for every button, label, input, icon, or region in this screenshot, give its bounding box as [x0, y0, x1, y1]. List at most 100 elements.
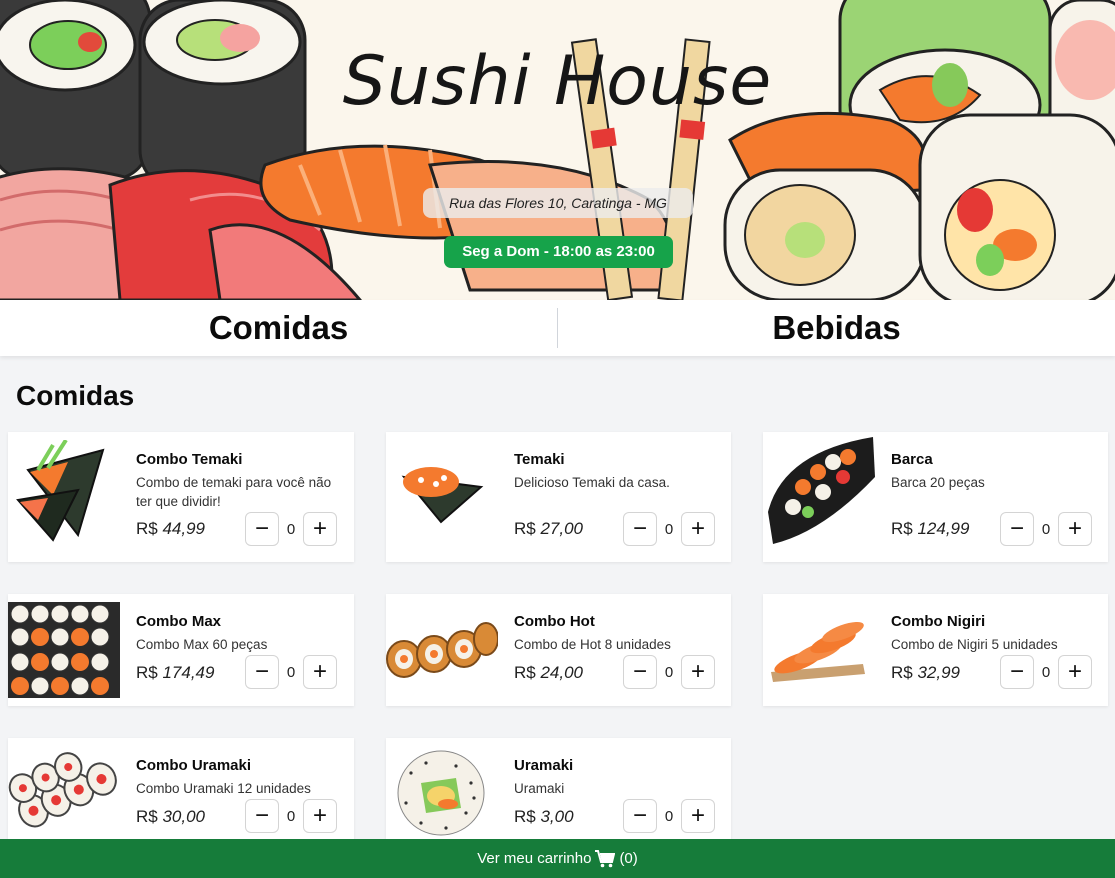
hero-banner: Sushi House Rua das Flores 10, Caratinga… — [0, 0, 1115, 300]
quantity-value: 0 — [664, 807, 674, 825]
product-price: R$ 30,00 — [136, 807, 205, 827]
currency: R$ — [136, 807, 158, 826]
price-value: 27,00 — [540, 519, 584, 538]
currency: R$ — [136, 519, 158, 538]
product-price: R$ 27,00 — [514, 519, 583, 539]
opening-hours-badge: Seg a Dom - 18:00 as 23:00 — [444, 236, 673, 268]
increment-button[interactable]: + — [1058, 655, 1092, 689]
quantity-stepper: − 0 + — [245, 799, 337, 833]
category-tabs: Comidas Bebidas — [0, 300, 1115, 356]
product-image — [386, 614, 498, 684]
product-card: Combo Uramaki Combo Uramaki 12 unidades … — [8, 738, 354, 850]
price-value: 3,00 — [540, 807, 574, 826]
product-image — [8, 440, 120, 545]
product-card: Combo Hot Combo de Hot 8 unidades R$ 24,… — [386, 594, 731, 706]
product-name: Combo Nigiri — [891, 613, 986, 630]
price-value: 24,00 — [540, 663, 584, 682]
decrement-button[interactable]: − — [623, 799, 657, 833]
product-image — [386, 442, 498, 542]
product-name: Temaki — [514, 451, 565, 468]
product-card: Temaki Delicioso Temaki da casa. R$ 27,0… — [386, 432, 731, 562]
increment-button[interactable]: + — [1058, 512, 1092, 546]
section-title: Comidas — [16, 380, 135, 411]
cart-count: (0) — [619, 850, 638, 867]
cart-label: Ver meu carrinho — [477, 850, 592, 867]
price-value: 44,99 — [162, 519, 206, 538]
price-value: 30,00 — [162, 807, 206, 826]
currency: R$ — [891, 663, 913, 682]
decrement-button[interactable]: − — [1000, 512, 1034, 546]
increment-button[interactable]: + — [681, 655, 715, 689]
product-description: Combo de Nigiri 5 unidades — [891, 637, 1058, 652]
product-price: R$ 174,49 — [136, 663, 214, 683]
product-name: Combo Max — [136, 613, 222, 630]
currency: R$ — [136, 663, 158, 682]
product-price: R$ 32,99 — [891, 663, 960, 683]
product-price: R$ 44,99 — [136, 519, 205, 539]
price-value: 174,49 — [162, 663, 215, 682]
quantity-value: 0 — [664, 663, 674, 681]
quantity-stepper: − 0 + — [623, 655, 715, 689]
restaurant-address: Rua das Flores 10, Caratinga - MG — [423, 188, 693, 218]
tab-comidas[interactable]: Comidas — [0, 309, 557, 347]
quantity-stepper: − 0 + — [245, 512, 337, 546]
product-name: Barca — [891, 451, 933, 468]
price-value: 124,99 — [917, 519, 970, 538]
quantity-value: 0 — [286, 807, 296, 825]
increment-button[interactable]: + — [303, 512, 337, 546]
product-card: Combo Temaki Combo de temaki para você n… — [8, 432, 354, 562]
quantity-value: 0 — [664, 520, 674, 538]
view-cart-button[interactable]: Ver meu carrinho (0) — [0, 839, 1115, 878]
cart-icon — [595, 849, 616, 867]
quantity-stepper: − 0 + — [623, 799, 715, 833]
increment-button[interactable]: + — [303, 799, 337, 833]
product-description: Combo Uramaki 12 unidades — [136, 781, 311, 796]
product-name: Combo Hot — [514, 613, 595, 630]
product-description: Combo de temaki para você não ter que di… — [136, 475, 332, 509]
product-card: Barca Barca 20 peças R$ 124,99 − 0 + — [763, 432, 1108, 562]
quantity-value: 0 — [286, 663, 296, 681]
product-description: Barca 20 peças — [891, 475, 985, 490]
product-image — [8, 602, 120, 698]
increment-button[interactable]: + — [681, 799, 715, 833]
product-description: Delicioso Temaki da casa. — [514, 475, 670, 490]
product-name: Uramaki — [514, 757, 574, 774]
restaurant-title: Sushi House — [342, 42, 773, 121]
product-image — [8, 746, 120, 836]
product-price: R$ 3,00 — [514, 807, 574, 827]
quantity-stepper: − 0 + — [245, 655, 337, 689]
currency: R$ — [514, 807, 536, 826]
product-image — [763, 432, 875, 544]
increment-button[interactable]: + — [303, 655, 337, 689]
product-name: Combo Temaki — [136, 451, 243, 468]
quantity-stepper: − 0 + — [1000, 655, 1092, 689]
product-card: Combo Max Combo Max 60 peças R$ 174,49 −… — [8, 594, 354, 706]
product-description: Combo de Hot 8 unidades — [514, 637, 671, 652]
product-name: Combo Uramaki — [136, 757, 252, 774]
decrement-button[interactable]: − — [245, 799, 279, 833]
increment-button[interactable]: + — [681, 512, 715, 546]
decrement-button[interactable]: − — [1000, 655, 1034, 689]
product-image — [386, 748, 498, 838]
product-image — [763, 614, 875, 684]
currency: R$ — [514, 663, 536, 682]
product-price: R$ 124,99 — [891, 519, 969, 539]
currency: R$ — [514, 519, 536, 538]
decrement-button[interactable]: − — [245, 655, 279, 689]
decrement-button[interactable]: − — [245, 512, 279, 546]
product-card: Uramaki Uramaki R$ 3,00 − 0 + — [386, 738, 731, 850]
quantity-stepper: − 0 + — [1000, 512, 1092, 546]
tab-bebidas[interactable]: Bebidas — [558, 309, 1115, 347]
decrement-button[interactable]: − — [623, 512, 657, 546]
quantity-stepper: − 0 + — [623, 512, 715, 546]
price-value: 32,99 — [917, 663, 961, 682]
quantity-value: 0 — [286, 520, 296, 538]
quantity-value: 0 — [1041, 520, 1051, 538]
decrement-button[interactable]: − — [623, 655, 657, 689]
product-price: R$ 24,00 — [514, 663, 583, 683]
product-description: Combo Max 60 peças — [136, 637, 268, 652]
product-description: Uramaki — [514, 781, 565, 796]
currency: R$ — [891, 519, 913, 538]
product-card: Combo Nigiri Combo de Nigiri 5 unidades … — [763, 594, 1108, 706]
quantity-value: 0 — [1041, 663, 1051, 681]
